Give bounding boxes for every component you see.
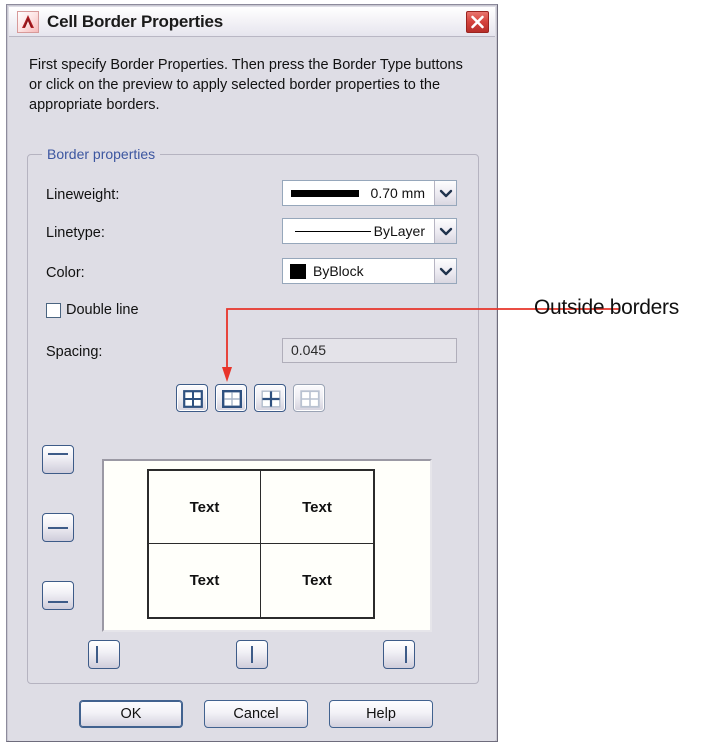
ok-button[interactable]: OK — [79, 700, 183, 728]
spacing-label: Spacing: — [46, 344, 103, 360]
top-horizontal-border-button[interactable] — [42, 445, 74, 474]
help-button[interactable]: Help — [329, 700, 433, 728]
color-combobox[interactable]: ByBlock — [282, 258, 457, 284]
chevron-down-glyph — [439, 227, 453, 236]
grid-all-borders-icon — [183, 390, 203, 408]
grid-outside-borders-icon — [222, 390, 242, 408]
close-icon[interactable] — [466, 11, 489, 33]
lineweight-label: Lineweight: — [46, 187, 120, 203]
color-label: Color: — [46, 265, 85, 281]
intro-text: First specify Border Properties. Then pr… — [29, 57, 463, 113]
all-borders-button[interactable] — [176, 384, 208, 412]
preview-cell[interactable]: Text — [149, 544, 261, 617]
linetype-value: ByLayer — [373, 223, 425, 239]
dialog-title: Cell Border Properties — [47, 12, 224, 31]
chevron-down-glyph — [439, 267, 453, 276]
horizontal-line-top-icon — [48, 453, 68, 455]
preview-cell[interactable]: Text — [149, 471, 261, 544]
screenshot-root: Cell Border Properties First specify Bor… — [0, 0, 704, 750]
border-preview-panel[interactable]: Text Text Text Text — [102, 459, 432, 632]
color-chevron-down-icon[interactable] — [434, 259, 456, 283]
border-properties-group: Border properties Lineweight: 0.70 mm Li… — [27, 146, 479, 684]
dialog-body: First specify Border Properties. Then pr… — [9, 38, 495, 741]
right-vertical-border-button[interactable] — [383, 640, 415, 669]
annotation-label: Outside borders — [534, 296, 679, 319]
spacing-input[interactable]: 0.045 — [282, 338, 457, 363]
autocad-a-glyph — [22, 15, 34, 28]
lineweight-chevron-down-icon[interactable] — [434, 181, 456, 205]
dialog-titlebar: Cell Border Properties — [9, 7, 495, 37]
linetype-label: Linetype: — [46, 225, 105, 241]
cancel-button[interactable]: Cancel — [204, 700, 308, 728]
linetype-combobox[interactable]: ByLayer — [282, 218, 457, 244]
horizontal-line-bottom-icon — [48, 601, 68, 603]
center-vertical-border-button[interactable] — [236, 640, 268, 669]
cell-border-properties-dialog: Cell Border Properties First specify Bor… — [6, 4, 498, 742]
vertical-line-center-icon — [251, 646, 253, 663]
horizontal-line-middle-icon — [48, 527, 68, 529]
grid-inside-borders-icon — [261, 390, 281, 408]
preview-cell[interactable]: Text — [261, 544, 373, 617]
grid-no-borders-icon — [300, 390, 320, 408]
outside-borders-button[interactable] — [215, 384, 247, 412]
preview-cell[interactable]: Text — [261, 471, 373, 544]
border-properties-group-title: Border properties — [42, 146, 161, 162]
no-borders-button[interactable] — [293, 384, 325, 412]
checkbox-unchecked-icon[interactable] — [46, 303, 61, 318]
chevron-down-glyph — [439, 189, 453, 198]
lineweight-value: 0.70 mm — [370, 185, 425, 201]
vertical-line-left-icon — [96, 646, 98, 663]
double-line-label: Double line — [66, 302, 139, 318]
lineweight-combobox[interactable]: 0.70 mm — [282, 180, 457, 206]
preview-table[interactable]: Text Text Text Text — [147, 469, 375, 619]
inside-borders-button[interactable] — [254, 384, 286, 412]
left-vertical-border-button[interactable] — [88, 640, 120, 669]
vertical-line-right-icon — [405, 646, 407, 663]
color-value: ByBlock — [313, 263, 364, 279]
middle-horizontal-border-button[interactable] — [42, 513, 74, 542]
linetype-chevron-down-icon[interactable] — [434, 219, 456, 243]
autocad-a-icon — [17, 11, 39, 33]
close-x-glyph — [471, 15, 484, 29]
bottom-horizontal-border-button[interactable] — [42, 581, 74, 610]
